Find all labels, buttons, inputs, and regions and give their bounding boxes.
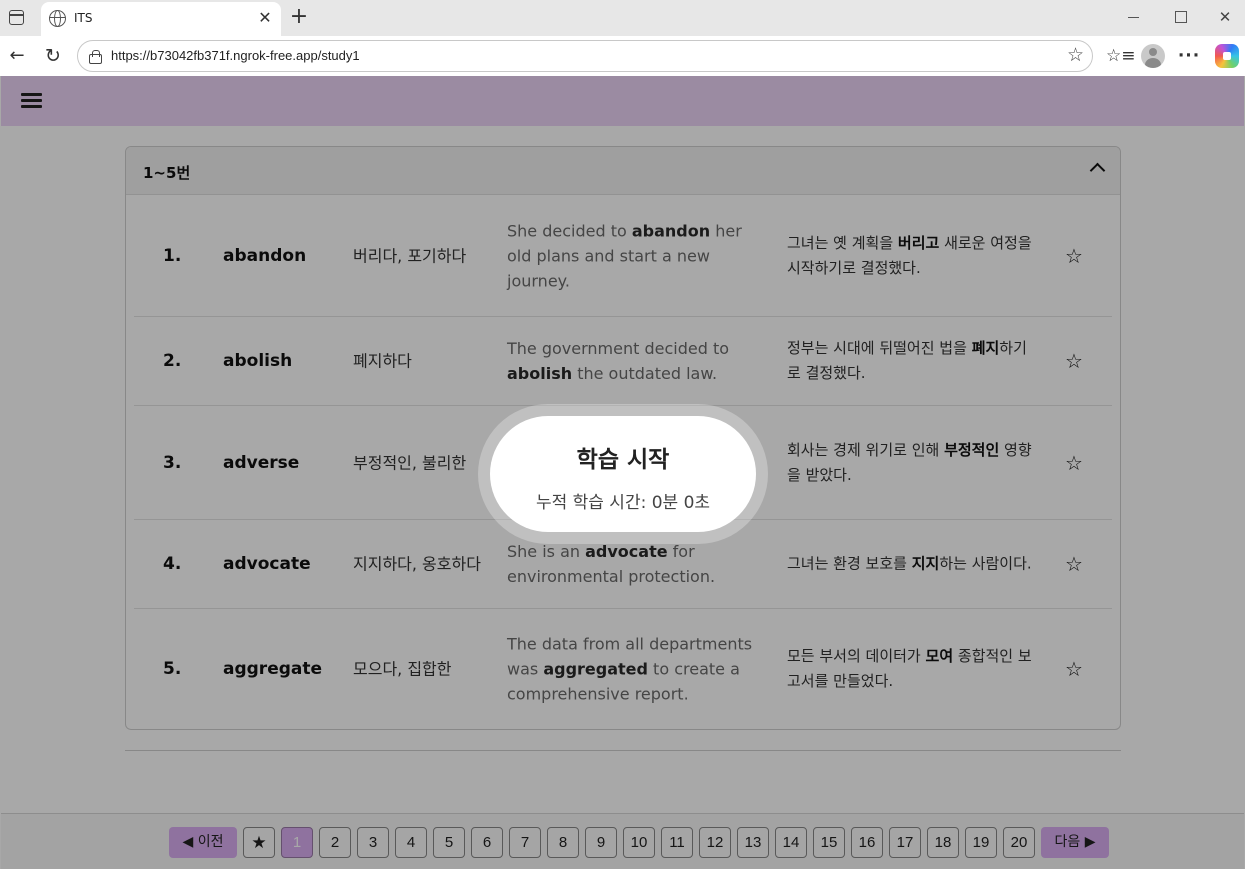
study-time-text: 누적 학습 시간: 0분 0초 bbox=[535, 493, 711, 513]
favorites-icon[interactable]: ☆≡ bbox=[1106, 44, 1135, 68]
maximize-button[interactable] bbox=[1169, 6, 1191, 28]
address-bar[interactable]: https://b73042fb371f.ngrok-free.app/stud… bbox=[77, 40, 1093, 72]
browser-titlebar: ITS ✕ + ✕ bbox=[0, 0, 1245, 36]
minimize-button[interactable] bbox=[1123, 6, 1145, 28]
favorite-star-icon[interactable]: ☆ bbox=[1067, 44, 1084, 66]
tab-close-icon[interactable]: ✕ bbox=[255, 8, 275, 28]
new-tab-button[interactable]: + bbox=[288, 5, 310, 29]
globe-icon bbox=[49, 10, 66, 27]
tab-actions-icon[interactable] bbox=[9, 10, 24, 25]
close-window-button[interactable]: ✕ bbox=[1214, 6, 1236, 28]
profile-avatar[interactable] bbox=[1141, 44, 1165, 68]
modal-title: 학습 시작 bbox=[576, 447, 670, 473]
url-text[interactable]: https://b73042fb371f.ngrok-free.app/stud… bbox=[111, 48, 360, 63]
browser-toolbar: ← ↻ https://b73042fb371f.ngrok-free.app/… bbox=[0, 36, 1245, 76]
back-arrow-icon[interactable]: ← bbox=[5, 44, 29, 68]
more-menu-icon[interactable]: ··· bbox=[1177, 44, 1201, 68]
copilot-icon[interactable] bbox=[1215, 44, 1239, 68]
reload-icon[interactable]: ↻ bbox=[41, 44, 65, 68]
browser-tab[interactable]: ITS ✕ bbox=[41, 2, 281, 36]
tab-title: ITS bbox=[74, 11, 93, 25]
site-info-icon[interactable] bbox=[89, 50, 102, 64]
study-start-modal[interactable]: 학습 시작 누적 학습 시간: 0분 0초 bbox=[490, 416, 756, 532]
